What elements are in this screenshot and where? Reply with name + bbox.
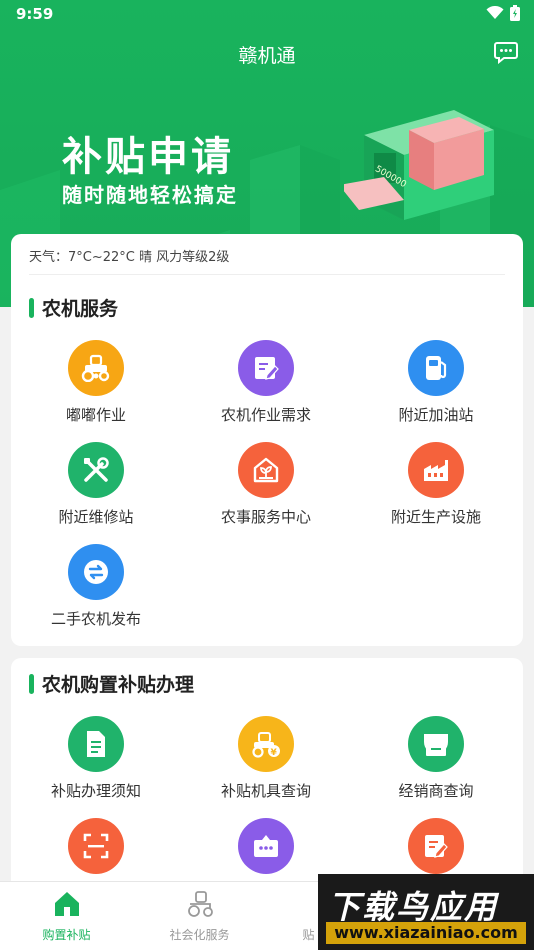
wifi-icon [486, 6, 504, 19]
subsidy-notice[interactable]: 补贴办理须知 [11, 716, 181, 801]
subsidy-machine-query[interactable]: ¥ 补贴机具查询 [181, 716, 351, 801]
message-icon[interactable] [494, 42, 518, 64]
svg-text:¥: ¥ [271, 748, 278, 758]
document-edit-icon [238, 340, 294, 396]
section-title-text: 农机购置补贴办理 [42, 674, 195, 696]
home-icon [54, 892, 79, 916]
service-dudu-work[interactable]: 嘟嘟作业 [11, 340, 181, 425]
services-card: 天气：7°C~22°C 晴 风力等级2级 农机服务 嘟嘟作业 农机作业需求 附近… [11, 234, 523, 646]
fuel-pump-icon [408, 340, 464, 396]
notice-document-icon [68, 716, 124, 772]
status-icons [486, 5, 520, 21]
machine-search-icon: ¥ [238, 716, 294, 772]
service-label: 附近加油站 [398, 406, 474, 424]
status-time: 9:59 [16, 5, 54, 23]
service-label: 二手农机发布 [50, 610, 141, 628]
banner-title: 补贴申请 [62, 134, 234, 180]
app-title: 赣机通 [238, 45, 296, 67]
subsidy-card: 农机购置补贴办理 补贴办理须知 ¥ 补贴机具查询 经销商查询 [11, 658, 523, 898]
tab-label: 贴 [302, 928, 315, 942]
watermark-url: www.xiazainiao.com [326, 922, 526, 944]
service-label: 附近生产设施 [390, 508, 481, 526]
tractor-icon [68, 340, 124, 396]
title-bar [29, 297, 34, 318]
service-second-hand-machinery[interactable]: 二手农机发布 [11, 544, 181, 629]
cash-machine-illustration: 500000 [344, 110, 494, 220]
title-bar [29, 673, 34, 694]
battery-icon [510, 5, 520, 21]
subsidy-chat[interactable] [181, 818, 351, 874]
weather-info: 天气：7°C~22°C 晴 风力等级2级 [29, 250, 230, 265]
service-nearby-production-facility[interactable]: 附近生产设施 [351, 442, 521, 527]
tab-label: 社会化服务 [169, 928, 230, 942]
section-title-text: 农机服务 [42, 298, 119, 320]
tractor-outline-icon [187, 891, 213, 917]
section-title-services: 农机服务 [29, 294, 118, 321]
subsidy-label: 经销商查询 [398, 782, 474, 800]
farm-house-icon [238, 442, 294, 498]
watermark: 下载鸟应用 www.xiazainiao.com [318, 874, 534, 950]
banner-subtitle: 随时随地轻松搞定 [62, 183, 238, 207]
subsidy-label: 补贴办理须知 [50, 782, 141, 800]
exchange-icon [68, 544, 124, 600]
tools-icon [68, 442, 124, 498]
chat-box-icon [238, 818, 294, 874]
tab-purchase-subsidy[interactable]: 购置补贴 [0, 888, 133, 943]
service-label: 农事服务中心 [220, 508, 311, 526]
service-label: 附近维修站 [58, 508, 134, 526]
form-edit-icon [408, 818, 464, 874]
tab-social-service[interactable]: 社会化服务 [133, 888, 266, 943]
service-label: 农机作业需求 [220, 406, 311, 424]
service-nearby-gas-station[interactable]: 附近加油站 [351, 340, 521, 425]
service-farm-service-center[interactable]: 农事服务中心 [181, 442, 351, 527]
tab-label: 购置补贴 [42, 928, 91, 942]
subsidy-scan[interactable] [11, 818, 181, 874]
service-nearby-repair-station[interactable]: 附近维修站 [11, 442, 181, 527]
factory-icon [408, 442, 464, 498]
scan-icon [68, 818, 124, 874]
service-farm-work-demand[interactable]: 农机作业需求 [181, 340, 351, 425]
store-icon [408, 716, 464, 772]
subsidy-label: 补贴机具查询 [220, 782, 311, 800]
status-bar: 9:59 [0, 0, 534, 28]
subsidy-dealer-query[interactable]: 经销商查询 [351, 716, 521, 801]
divider [29, 274, 505, 275]
section-title-subsidy: 农机购置补贴办理 [29, 670, 194, 697]
subsidy-form[interactable] [351, 818, 521, 874]
service-label: 嘟嘟作业 [65, 406, 126, 424]
